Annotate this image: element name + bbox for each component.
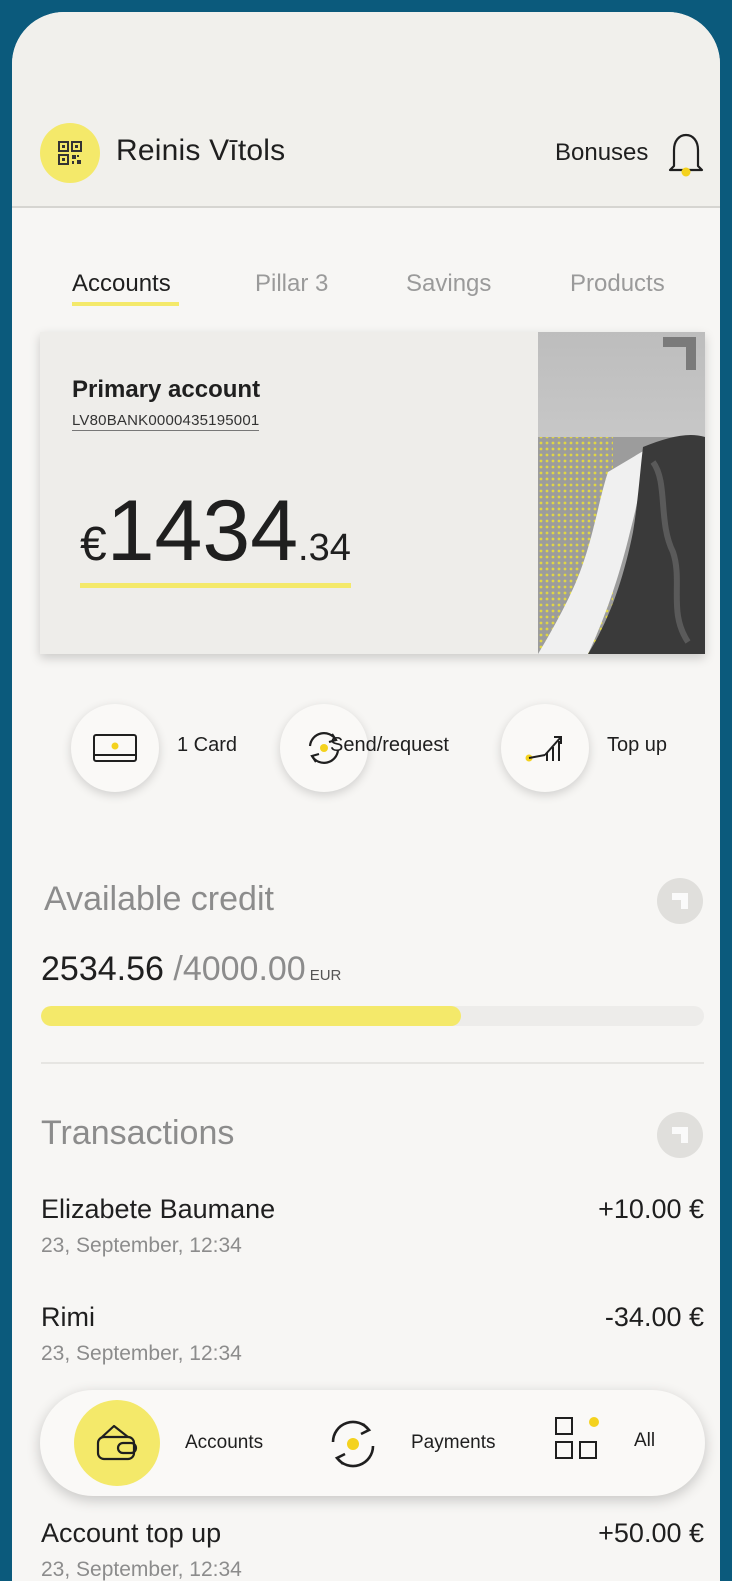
nav-payments-label[interactable]: Payments [411, 1432, 495, 1454]
credit-progress-bar [41, 1006, 704, 1026]
transaction-date: 23, September, 12:34 [41, 1558, 242, 1581]
tab-products[interactable]: Products [570, 270, 665, 298]
bonuses-link[interactable]: Bonuses [555, 139, 648, 167]
account-tabs: Accounts Pillar 3 Savings Products [12, 270, 720, 310]
card-label[interactable]: 1 Card [177, 734, 237, 757]
transaction-row[interactable]: Elizabete Baumane 23, September, 12:34 +… [41, 1194, 704, 1274]
tab-savings[interactable]: Savings [406, 270, 491, 298]
transactions-title: Transactions [41, 1114, 235, 1152]
grid-icon[interactable] [554, 1414, 606, 1464]
available-credit-title: Available credit [44, 880, 274, 918]
send-request-label[interactable]: Send/request [330, 734, 449, 757]
coastline-photo [538, 332, 705, 654]
top-up-label[interactable]: Top up [607, 734, 667, 757]
corner-arrow-icon [672, 1127, 688, 1143]
transaction-name: Elizabete Baumane [41, 1194, 276, 1224]
balance-cents: .34 [298, 527, 351, 569]
bottom-navigation: Accounts Payments All [40, 1390, 705, 1496]
credit-used: 2534.56 [41, 950, 164, 988]
transaction-date: 23, September, 12:34 [41, 1234, 242, 1257]
wallet-icon [96, 1424, 138, 1461]
active-tab-indicator [72, 302, 179, 306]
transaction-date: 23, September, 12:34 [41, 1342, 242, 1365]
quick-actions: 1 Card Send/request Top up [12, 704, 720, 794]
credit-amounts: 2534.56 /4000.00 EUR [41, 950, 341, 989]
top-up-icon [525, 736, 562, 762]
card-icon [93, 734, 137, 762]
transaction-row[interactable]: Account top up 23, September, 12:34 +50.… [41, 1518, 704, 1581]
credit-limit: 4000.00 [182, 950, 306, 988]
account-balance: €1434.34 [80, 482, 351, 588]
transaction-amount: +10.00 € [598, 1194, 704, 1224]
qr-code-button[interactable] [40, 123, 100, 183]
nav-all-label[interactable]: All [634, 1430, 655, 1452]
user-name[interactable]: Reinis Vītols [116, 134, 285, 168]
tab-accounts[interactable]: Accounts [72, 270, 171, 298]
account-title: Primary account [72, 376, 261, 403]
bell-icon[interactable] [666, 130, 706, 178]
app-screen: Reinis Vītols Bonuses Accounts Pillar 3 … [12, 12, 720, 1581]
qr-code-icon [58, 141, 82, 165]
card-button[interactable] [71, 704, 159, 792]
transaction-row[interactable]: Rimi 23, September, 12:34 -34.00 € [41, 1302, 704, 1382]
balance-currency: € [80, 518, 107, 571]
primary-account-card[interactable]: Primary account LV80BANK0000435195001 €1… [40, 332, 705, 654]
credit-currency: EUR [309, 967, 342, 984]
transactions-info-button[interactable] [657, 1112, 703, 1158]
section-divider [41, 1062, 704, 1064]
tab-pillar-3[interactable]: Pillar 3 [255, 270, 328, 298]
nav-accounts-label[interactable]: Accounts [185, 1432, 263, 1454]
transaction-amount: +50.00 € [598, 1518, 704, 1548]
transaction-amount: -34.00 € [604, 1302, 704, 1332]
transaction-name: Account top up [41, 1518, 222, 1548]
payments-icon[interactable] [325, 1416, 381, 1472]
corner-arrow-icon [672, 893, 688, 909]
credit-separator: / [163, 950, 183, 988]
credit-progress-fill [41, 1006, 462, 1026]
app-header: Reinis Vītols Bonuses [12, 12, 720, 208]
transaction-name: Rimi [41, 1302, 95, 1332]
account-iban[interactable]: LV80BANK0000435195001 [72, 412, 260, 431]
balance-main: 1434 [106, 483, 299, 579]
top-up-button[interactable] [501, 704, 589, 792]
nav-accounts-button[interactable] [74, 1400, 160, 1486]
credit-info-button[interactable] [657, 878, 703, 924]
